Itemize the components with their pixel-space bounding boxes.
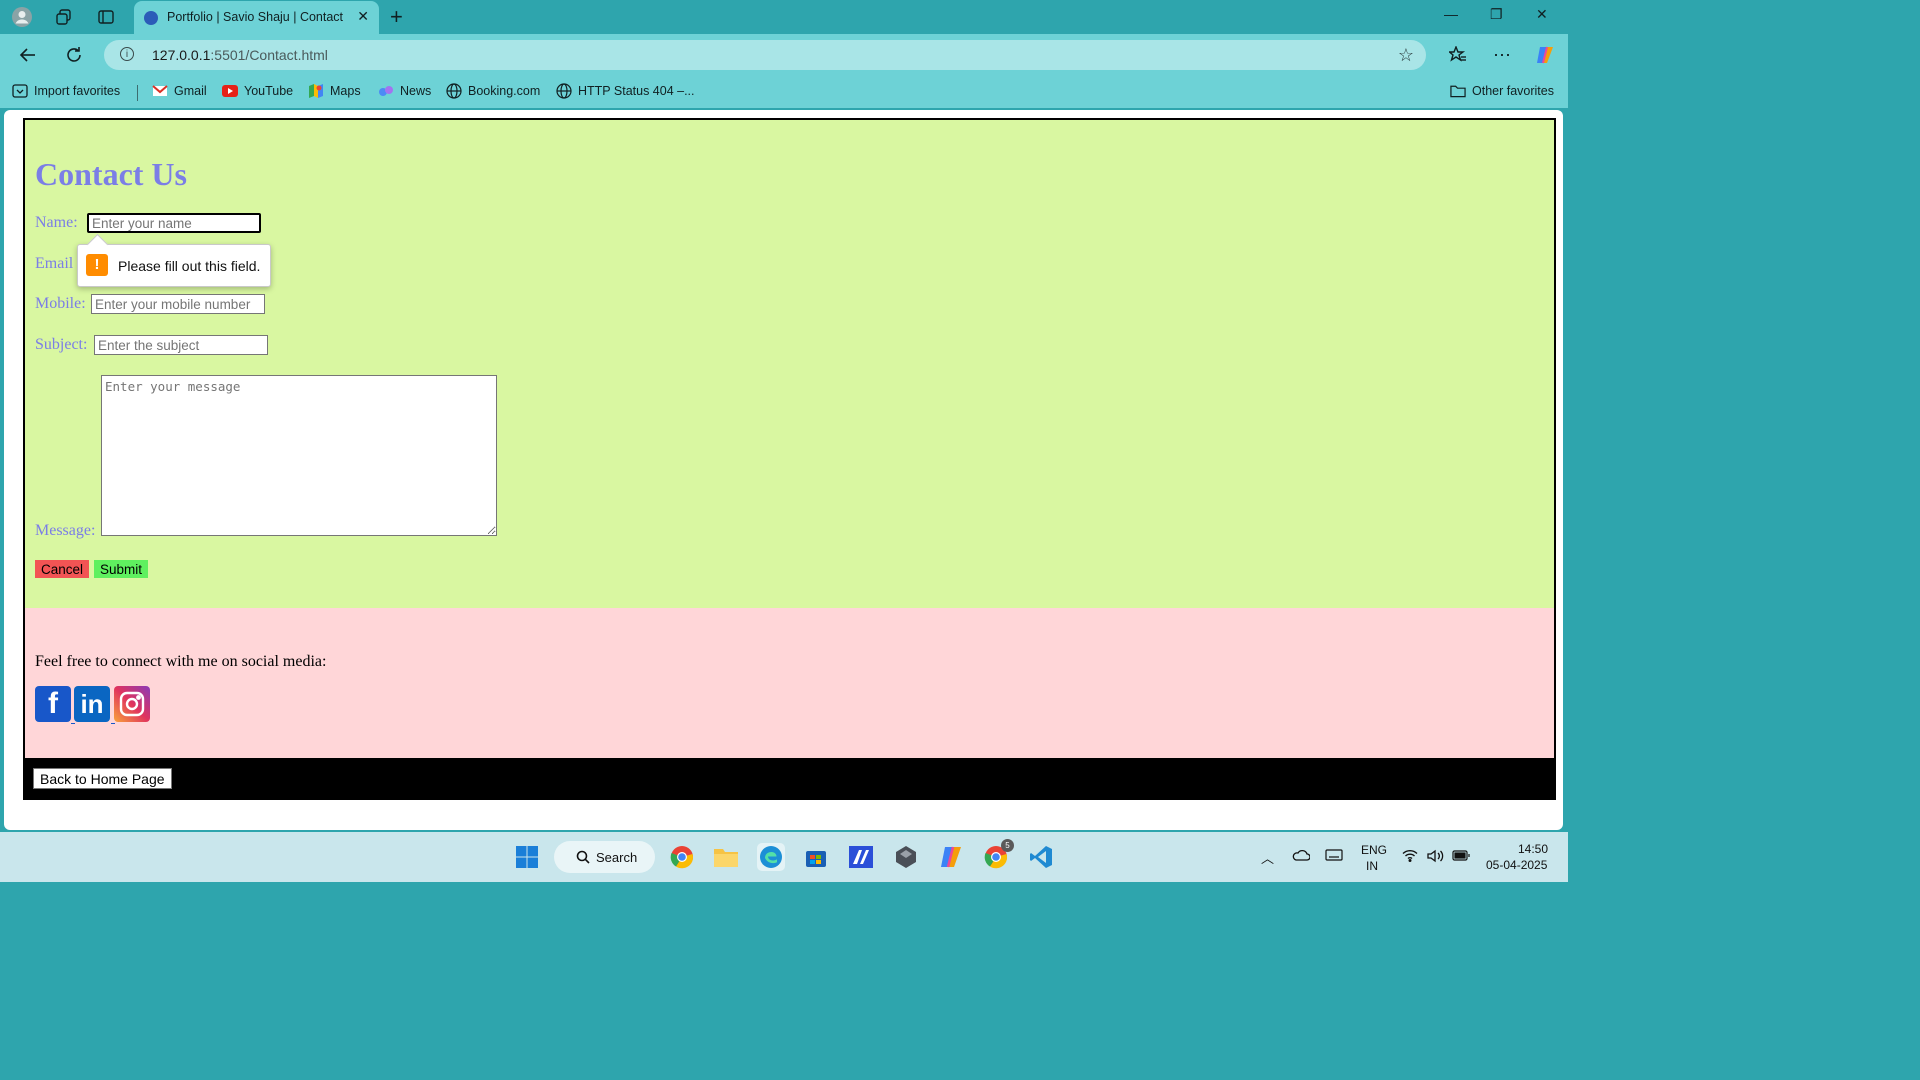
taskbar-search[interactable]: Search (554, 841, 655, 873)
language-indicator[interactable]: ENG (1361, 843, 1387, 857)
linkedin-icon[interactable]: in (74, 686, 110, 722)
clock-time[interactable]: 14:50 (1518, 842, 1548, 856)
link-underline (111, 723, 115, 724)
app-icon[interactable] (847, 843, 875, 871)
subject-label: Subject: (35, 336, 88, 353)
profile-icon[interactable] (10, 5, 34, 29)
maps-icon (308, 84, 324, 98)
validation-tooltip: ! Please fill out this field. (77, 244, 271, 287)
clock-date[interactable]: 05-04-2025 (1486, 858, 1547, 872)
browser-toolbar: i 127.0.0.1:5501/Contact.html ☆ ⋯ (0, 34, 1568, 76)
globe-icon (446, 83, 462, 99)
region-indicator[interactable]: IN (1366, 859, 1378, 873)
chrome-icon[interactable] (668, 843, 696, 871)
bookmark-separator (137, 85, 138, 101)
name-label: Name: (35, 214, 78, 231)
back-icon[interactable] (16, 43, 40, 67)
site-info-icon[interactable]: i (120, 47, 134, 61)
mobile-input[interactable] (91, 294, 265, 314)
site-favicon-icon (144, 11, 158, 25)
address-bar[interactable]: i 127.0.0.1:5501/Contact.html ☆ (104, 40, 1426, 70)
copilot-icon[interactable] (1533, 43, 1557, 67)
more-options-icon[interactable]: ⋯ (1490, 43, 1514, 67)
edge-icon[interactable] (757, 843, 785, 871)
bookmark-booking[interactable]: Booking.com (446, 83, 540, 99)
social-section: Feel free to connect with me on social m… (23, 608, 1556, 758)
youtube-icon (222, 84, 238, 98)
page-title: Contact Us (35, 156, 187, 192)
bookmark-maps[interactable]: Maps (308, 84, 361, 98)
name-input[interactable] (87, 213, 261, 233)
bookmark-http-404[interactable]: HTTP Status 404 –... (556, 83, 695, 99)
bookmark-other-favorites[interactable]: Other favorites (1450, 84, 1554, 98)
tab-actions-icon[interactable] (94, 5, 118, 29)
message-textarea[interactable] (101, 375, 497, 536)
onedrive-icon[interactable] (1292, 849, 1311, 864)
bookmark-news[interactable]: News (378, 84, 431, 98)
keyboard-icon[interactable] (1325, 849, 1343, 864)
store-icon[interactable] (802, 843, 830, 871)
link-underline (71, 723, 75, 724)
file-explorer-icon[interactable] (712, 843, 740, 871)
close-window-icon[interactable]: ✕ (1536, 6, 1548, 23)
bookmark-import-favorites[interactable]: Import favorites (12, 84, 120, 98)
favorite-star-icon[interactable]: ☆ (1398, 45, 1414, 66)
notification-badge: 5 (1001, 839, 1014, 852)
battery-icon[interactable] (1452, 850, 1470, 864)
globe-icon (556, 83, 572, 99)
footer-bar: Back to Home Page (23, 758, 1556, 800)
warning-icon: ! (86, 254, 108, 276)
favorites-icon[interactable] (1446, 43, 1470, 67)
email-label: Email (35, 255, 74, 272)
bookmarks-bar: Import favorites Gmail YouTube Maps News… (0, 76, 1568, 108)
tab-contact[interactable]: Portfolio | Savio Shaju | Contact ✕ (134, 1, 379, 34)
validation-message: Please fill out this field. (118, 258, 261, 274)
submit-button[interactable]: Submit (94, 560, 149, 578)
refresh-icon[interactable] (62, 43, 86, 67)
contact-section: Contact Us Name: Email Mobile: Subject: … (23, 118, 1556, 608)
facebook-icon[interactable]: f (35, 686, 71, 722)
bookmark-gmail[interactable]: Gmail (152, 84, 207, 98)
windows-taskbar: Search 5 ︿ ENG IN 14:50 05-04-2025 (0, 832, 1568, 882)
gmail-icon (152, 84, 168, 98)
restore-icon[interactable]: ❐ (1490, 6, 1503, 23)
instagram-icon[interactable] (114, 686, 150, 722)
copilot-taskbar-icon[interactable] (937, 843, 965, 871)
import-icon (12, 84, 28, 98)
chrome-profile-icon[interactable]: 5 (982, 839, 1014, 871)
message-label: Message: (35, 522, 96, 539)
news-icon (378, 84, 394, 98)
close-tab-icon[interactable]: ✕ (357, 8, 369, 25)
vscode-icon[interactable] (1027, 843, 1055, 871)
start-icon[interactable] (513, 843, 541, 871)
url-text: 127.0.0.1:5501/Contact.html (152, 47, 328, 63)
minimize-icon[interactable]: — (1444, 6, 1458, 22)
new-tab-icon[interactable]: + (390, 4, 403, 30)
folder-icon (1450, 84, 1466, 98)
tab-title: Portfolio | Savio Shaju | Contact (167, 10, 344, 24)
back-to-home-button[interactable]: Back to Home Page (33, 768, 172, 789)
app-icon-dark[interactable] (892, 843, 920, 871)
social-text: Feel free to connect with me on social m… (35, 653, 327, 670)
cancel-button[interactable]: Cancel (35, 560, 90, 578)
page-viewport: Contact Us Name: Email Mobile: Subject: … (4, 110, 1563, 830)
mobile-label: Mobile: (35, 295, 86, 312)
bookmark-youtube[interactable]: YouTube (222, 84, 293, 98)
wifi-icon[interactable] (1402, 849, 1418, 865)
subject-input[interactable] (94, 335, 268, 355)
workspaces-icon[interactable] (52, 5, 76, 29)
show-hidden-icons[interactable]: ︿ (1261, 848, 1274, 867)
browser-tab-bar: Portfolio | Savio Shaju | Contact ✕ + — … (0, 0, 1568, 34)
search-icon (576, 850, 590, 864)
page-frame: Contact Us Name: Email Mobile: Subject: … (23, 118, 1556, 800)
volume-icon[interactable] (1427, 849, 1445, 866)
